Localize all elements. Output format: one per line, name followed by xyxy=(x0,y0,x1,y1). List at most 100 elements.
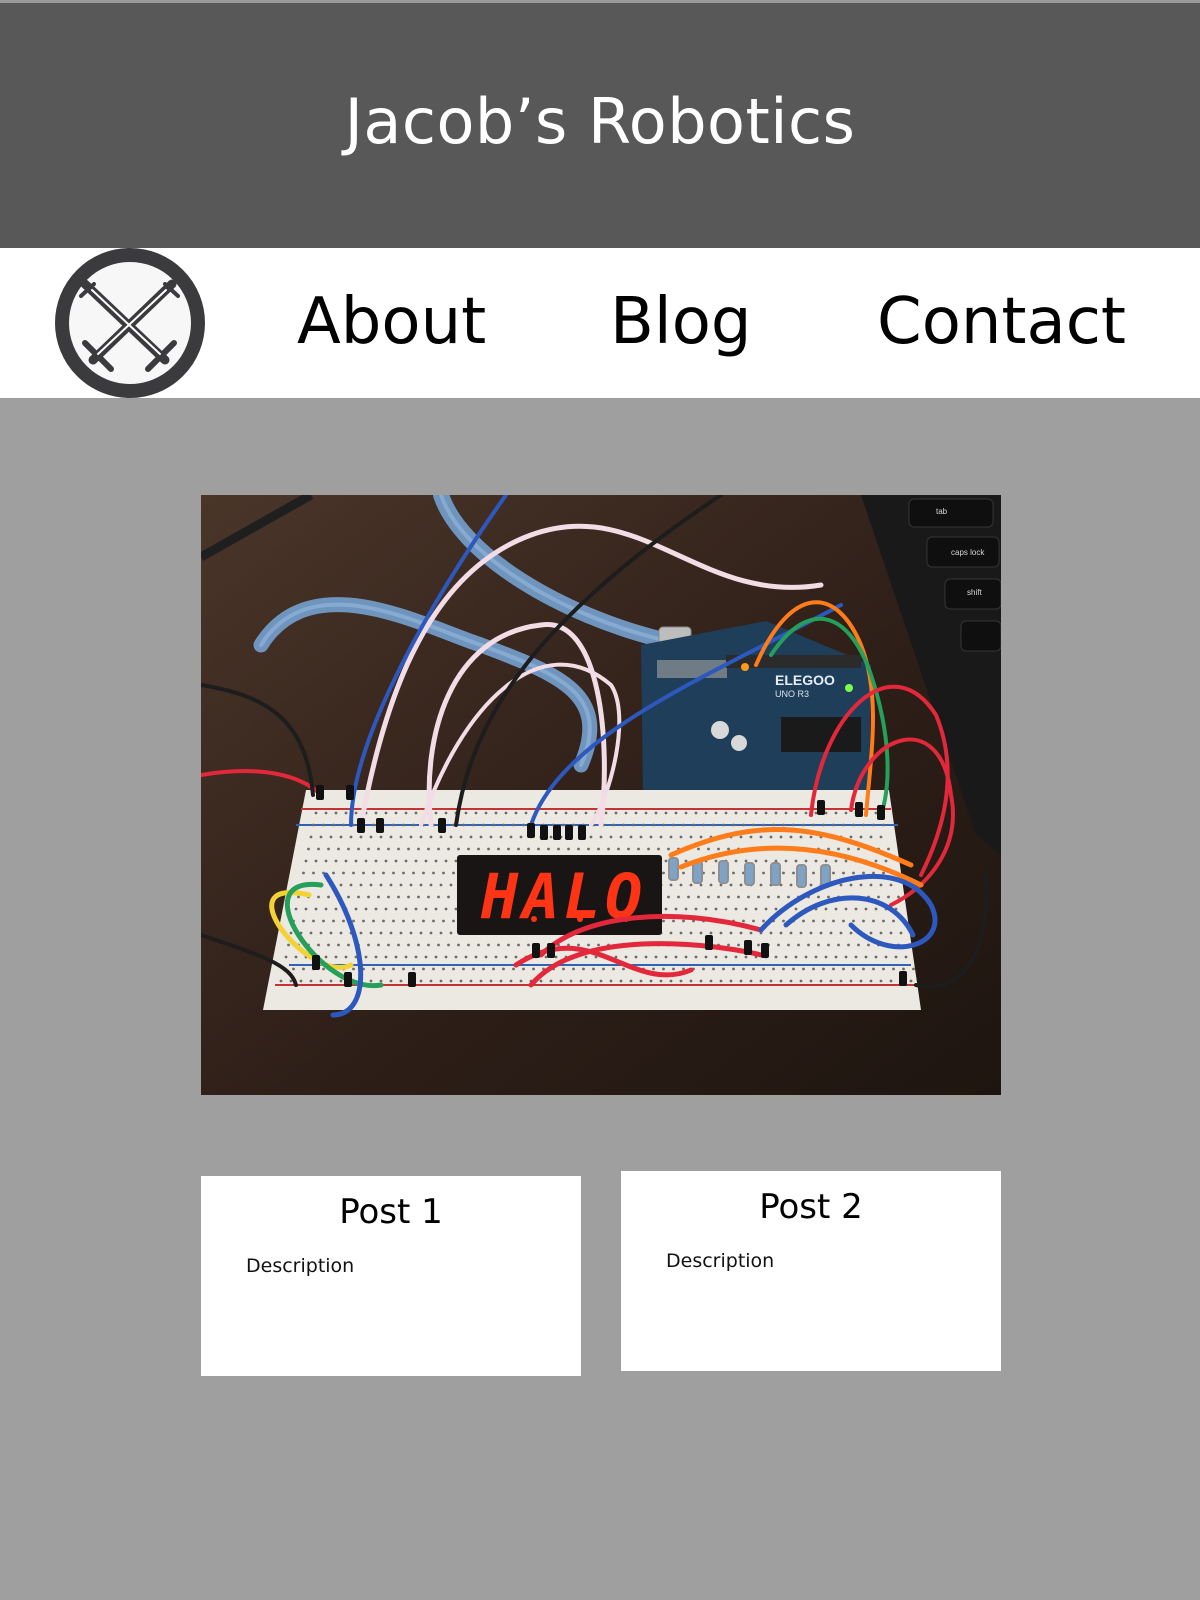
breadboard-hole xyxy=(892,967,895,971)
breadboard-hole xyxy=(409,883,413,887)
breadboard-hole xyxy=(709,931,713,935)
breadboard-hole xyxy=(304,859,308,863)
breadboard-hole xyxy=(912,967,915,971)
breadboard-hole xyxy=(664,907,668,911)
breadboard-hole xyxy=(409,835,413,839)
breadboard-hole xyxy=(789,835,793,839)
breadboard-hole xyxy=(499,979,503,983)
breadboard-hole xyxy=(494,955,498,959)
breadboard-hole xyxy=(402,871,405,875)
breadboard-hole xyxy=(472,823,475,827)
breadboard-hole xyxy=(724,955,728,959)
breadboard-hole xyxy=(497,943,500,947)
breadboard-hole xyxy=(899,931,903,935)
breadboard-hole xyxy=(489,979,493,983)
breadboard-hole xyxy=(517,943,520,947)
breadboard-hole xyxy=(909,979,913,983)
breadboard-hole xyxy=(344,859,348,863)
breadboard-hole xyxy=(674,811,678,815)
breadboard-hole xyxy=(837,943,840,947)
nav-link-contact[interactable]: Contact xyxy=(877,282,1126,362)
breadboard-hole xyxy=(814,811,818,815)
breadboard-hole xyxy=(294,955,298,959)
breadboard-hole xyxy=(709,883,713,887)
breadboard-hole xyxy=(727,847,730,851)
breadboard-hole xyxy=(284,955,288,959)
breadboard-hole xyxy=(719,931,723,935)
breadboard-hole xyxy=(382,919,385,923)
breadboard-hole xyxy=(374,907,378,911)
breadboard-hole xyxy=(349,835,353,839)
breadboard-hole xyxy=(577,943,580,947)
breadboard-hole xyxy=(442,871,445,875)
breadboard-hole xyxy=(619,979,623,983)
breadboard-hole xyxy=(832,919,835,923)
breadboard-hole xyxy=(892,919,895,923)
breadboard-hole xyxy=(614,811,618,815)
post-card-1[interactable]: Post 1 Description xyxy=(201,1176,581,1376)
breadboard-hole xyxy=(734,907,738,911)
breadboard-hole xyxy=(412,919,415,923)
breadboard-hole xyxy=(357,895,360,899)
breadboard-hole xyxy=(384,859,388,863)
breadboard-hole xyxy=(344,955,348,959)
breadboard-hole xyxy=(869,883,873,887)
breadboard-hole xyxy=(404,859,408,863)
breadboard-hole xyxy=(829,979,833,983)
breadboard-hole xyxy=(699,883,703,887)
breadboard-hole xyxy=(839,931,843,935)
breadboard-hole xyxy=(372,823,375,827)
post-title: Post 1 xyxy=(339,1192,443,1232)
breadboard-hole xyxy=(554,811,558,815)
breadboard-hole xyxy=(299,979,303,983)
keyboard-key-caps-lock: caps lock xyxy=(951,548,985,557)
breadboard-hole xyxy=(754,859,758,863)
breadboard-hole xyxy=(419,835,423,839)
nav-link-blog[interactable]: Blog xyxy=(610,282,751,362)
breadboard-hole xyxy=(364,955,368,959)
breadboard-hole xyxy=(712,967,715,971)
breadboard-hole xyxy=(839,883,843,887)
breadboard-hole xyxy=(807,943,810,947)
breadboard-hole xyxy=(352,871,355,875)
breadboard-hole xyxy=(844,811,848,815)
breadboard-hole xyxy=(382,871,385,875)
breadboard-hole xyxy=(394,811,398,815)
jumper-pin-cap xyxy=(877,805,885,820)
breadboard-hole xyxy=(604,811,608,815)
site-title: Jacob’s Robotics xyxy=(344,85,856,158)
breadboard-hole xyxy=(664,955,668,959)
breadboard-hole xyxy=(709,979,713,983)
breadboard-hole xyxy=(369,979,373,983)
breadboard-hole xyxy=(467,847,470,851)
breadboard-hole xyxy=(779,835,783,839)
breadboard-hole xyxy=(439,883,443,887)
breadboard-hole xyxy=(734,859,738,863)
breadboard-hole xyxy=(317,847,320,851)
breadboard-hole xyxy=(762,871,765,875)
breadboard-hole xyxy=(822,967,825,971)
breadboard-hole xyxy=(427,895,430,899)
post-card-2[interactable]: Post 2 Description xyxy=(621,1171,1001,1371)
crossed-swords-logo-icon[interactable] xyxy=(54,248,206,398)
breadboard-hole xyxy=(904,955,908,959)
breadboard-hole xyxy=(814,859,818,863)
breadboard-hole xyxy=(572,967,575,971)
breadboard-hole xyxy=(334,859,338,863)
jumper-pin-cap xyxy=(578,825,586,840)
breadboard-hole xyxy=(684,907,688,911)
breadboard-hole xyxy=(734,955,738,959)
breadboard-hole xyxy=(737,943,740,947)
breadboard-hole xyxy=(387,847,390,851)
breadboard-hole xyxy=(364,859,368,863)
breadboard-hole xyxy=(879,835,883,839)
breadboard-hole xyxy=(854,955,858,959)
breadboard-hole xyxy=(434,811,438,815)
breadboard-hole xyxy=(554,955,558,959)
breadboard-hole xyxy=(812,919,815,923)
breadboard-hole xyxy=(672,967,675,971)
breadboard-hole xyxy=(802,967,805,971)
nav-link-about[interactable]: About xyxy=(297,282,486,362)
breadboard-hole xyxy=(754,907,758,911)
breadboard-hole xyxy=(479,979,483,983)
